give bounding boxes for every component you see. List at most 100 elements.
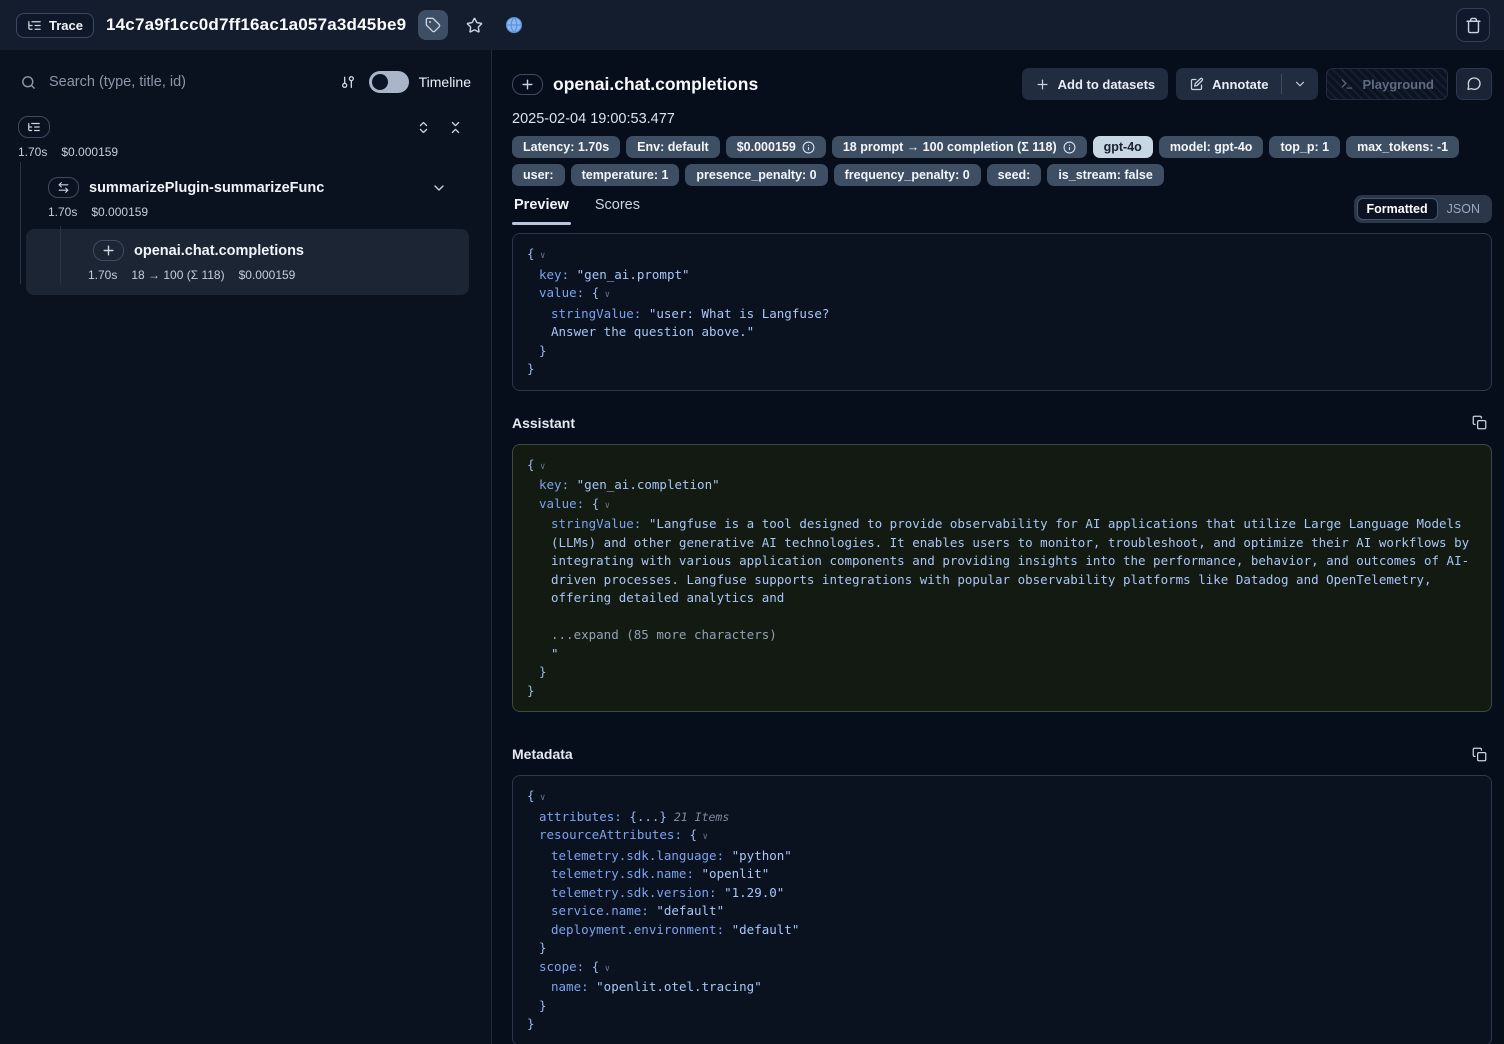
collapse-toggle[interactable]: ∨ xyxy=(599,964,610,974)
code-segment: key: xyxy=(539,267,577,282)
is-stream-badge: is_stream: false xyxy=(1047,164,1164,186)
bookmark-star-button[interactable] xyxy=(460,11,488,39)
code-segment: "gen_ai.completion" xyxy=(577,477,720,492)
timeline-toggle[interactable] xyxy=(369,71,409,93)
span-node-icon-badge xyxy=(48,177,79,198)
code-segment: deployment.environment: xyxy=(551,922,732,937)
format-toggle-json[interactable]: JSON xyxy=(1438,199,1489,219)
model-link-badge[interactable]: gpt-4o xyxy=(1093,136,1153,158)
generation-icon xyxy=(102,244,115,257)
generation-node-title: openai.chat.completions xyxy=(134,243,304,259)
list-tree-icon xyxy=(27,120,41,134)
code-segment: "python" xyxy=(732,848,792,863)
code-segment: } xyxy=(539,998,547,1013)
playground-button[interactable]: Playground xyxy=(1326,68,1448,100)
trace-badge-label: Trace xyxy=(49,18,83,33)
copy-assistant-button[interactable] xyxy=(1466,410,1492,436)
code-segment: "Langfuse is a tool designed to provide … xyxy=(551,516,1477,605)
format-toggle-formatted[interactable]: Formatted xyxy=(1357,198,1438,220)
environment-badge: Env: default xyxy=(626,136,720,158)
frequency-penalty-badge: frequency_penalty: 0 xyxy=(834,164,981,186)
list-tree-icon xyxy=(27,18,42,33)
metadata-code-block: { ∨attributes: {...} 21 ItemsresourceAtt… xyxy=(512,775,1492,1044)
copy-metadata-button[interactable] xyxy=(1466,741,1492,767)
collapse-toggle[interactable]: ∨ xyxy=(697,832,708,842)
tag-icon xyxy=(425,17,441,33)
visibility-button[interactable] xyxy=(500,11,528,39)
code-segment: "openlit" xyxy=(702,866,770,881)
trace-type-badge: Trace xyxy=(16,13,94,38)
tree-settings-button[interactable] xyxy=(337,68,359,96)
code-segment: "default" xyxy=(732,922,800,937)
trace-tree: 1.70s $0.000159 summarizePlugin-summariz… xyxy=(0,104,491,295)
add-to-datasets-label: Add to datasets xyxy=(1058,77,1156,92)
collapse-all-button[interactable] xyxy=(445,117,465,137)
assistant-section-header: Assistant xyxy=(512,410,1492,436)
plus-icon xyxy=(1035,77,1050,92)
root-cost: $0.000159 xyxy=(61,145,118,159)
collapse-toggle[interactable]: ∨ xyxy=(535,793,546,803)
trace-root-node[interactable] xyxy=(18,116,50,138)
generation-node-icon-badge xyxy=(93,240,124,261)
unfold-vertical-icon xyxy=(416,120,431,135)
collapse-toggle[interactable]: ∨ xyxy=(535,462,546,472)
code-segment: value: xyxy=(539,285,592,300)
expand-all-button[interactable] xyxy=(413,117,433,137)
tab-preview[interactable]: Preview xyxy=(512,193,571,225)
star-icon xyxy=(466,17,483,34)
observation-detail-panel: openai.chat.completions Add to datasets xyxy=(492,50,1504,1044)
assistant-code-block: { ∨key: "gen_ai.completion"value: { ∨str… xyxy=(512,444,1492,713)
edit-icon xyxy=(1189,77,1204,92)
copy-icon xyxy=(1472,747,1487,762)
root-duration: 1.70s xyxy=(18,145,47,159)
cost-badge: $0.000159 xyxy=(726,136,826,158)
search-input[interactable] xyxy=(47,73,327,91)
tree-guide-line xyxy=(60,226,61,284)
annotate-dropdown-button[interactable] xyxy=(1282,68,1318,100)
top-p-badge: top_p: 1 xyxy=(1269,136,1340,158)
span-node-title: summarizePlugin-summarizeFunc xyxy=(89,180,324,196)
add-to-datasets-button[interactable]: Add to datasets xyxy=(1022,68,1169,100)
delete-trace-button[interactable] xyxy=(1456,8,1490,42)
code-segment: stringValue: xyxy=(551,516,649,531)
trash-icon xyxy=(1465,17,1482,34)
collapse-toggle[interactable]: ∨ xyxy=(535,251,546,261)
tree-node-span[interactable]: summarizePlugin-summarizeFunc 1.70s $0.0… xyxy=(48,177,447,219)
code-segment: name: xyxy=(551,979,596,994)
trace-viewer-app: Trace 14c7a9f1cc0d7ff16ac1a057a3d45be9 xyxy=(0,0,1504,1044)
code-segment: "gen_ai.prompt" xyxy=(577,267,690,282)
timeline-toggle-label: Timeline xyxy=(419,74,471,90)
info-icon xyxy=(1063,141,1076,154)
copy-icon xyxy=(1472,415,1487,430)
code-segment: telemetry.sdk.version: xyxy=(551,885,724,900)
trace-tree-sidebar: Timeline xyxy=(0,50,492,1044)
code-segment: telemetry.sdk.language: xyxy=(551,848,732,863)
code-segment: stringValue: xyxy=(551,306,649,321)
annotate-split-button: Annotate xyxy=(1176,68,1318,100)
tab-scores[interactable]: Scores xyxy=(593,193,642,225)
code-segment: { xyxy=(527,457,535,472)
code-segment: "default" xyxy=(656,903,724,918)
collapse-toggle[interactable]: ∨ xyxy=(599,290,610,300)
format-toggle: Formatted JSON xyxy=(1354,195,1492,223)
presence-penalty-badge: presence_penalty: 0 xyxy=(685,164,827,186)
code-segment: "user: What is Langfuse? xyxy=(649,306,830,321)
collapse-toggle[interactable]: ∨ xyxy=(599,501,610,511)
generation-metrics: 1.70s 18 → 100 (Σ 118) $0.000159 xyxy=(88,268,457,282)
tag-button[interactable] xyxy=(418,10,448,40)
max-tokens-badge: max_tokens: -1 xyxy=(1346,136,1459,158)
code-segment: " xyxy=(551,646,559,661)
tree-node-generation-selected[interactable]: openai.chat.completions 1.70s 18 → 100 (… xyxy=(26,229,469,295)
comments-button[interactable] xyxy=(1456,68,1492,100)
root-metrics: 1.70s $0.000159 xyxy=(18,145,477,159)
code-segment: attributes: xyxy=(539,809,629,824)
observation-header: openai.chat.completions Add to datasets xyxy=(512,68,1492,100)
sliders-icon xyxy=(340,74,356,90)
toggle-knob xyxy=(372,74,388,90)
expand-text-button[interactable]: ...expand (85 more characters) xyxy=(551,627,777,642)
terminal-icon xyxy=(1340,77,1354,91)
code-segment: } xyxy=(539,343,547,358)
annotate-button[interactable]: Annotate xyxy=(1176,68,1281,100)
globe-icon xyxy=(505,16,523,34)
chevron-down-icon[interactable] xyxy=(431,180,447,196)
